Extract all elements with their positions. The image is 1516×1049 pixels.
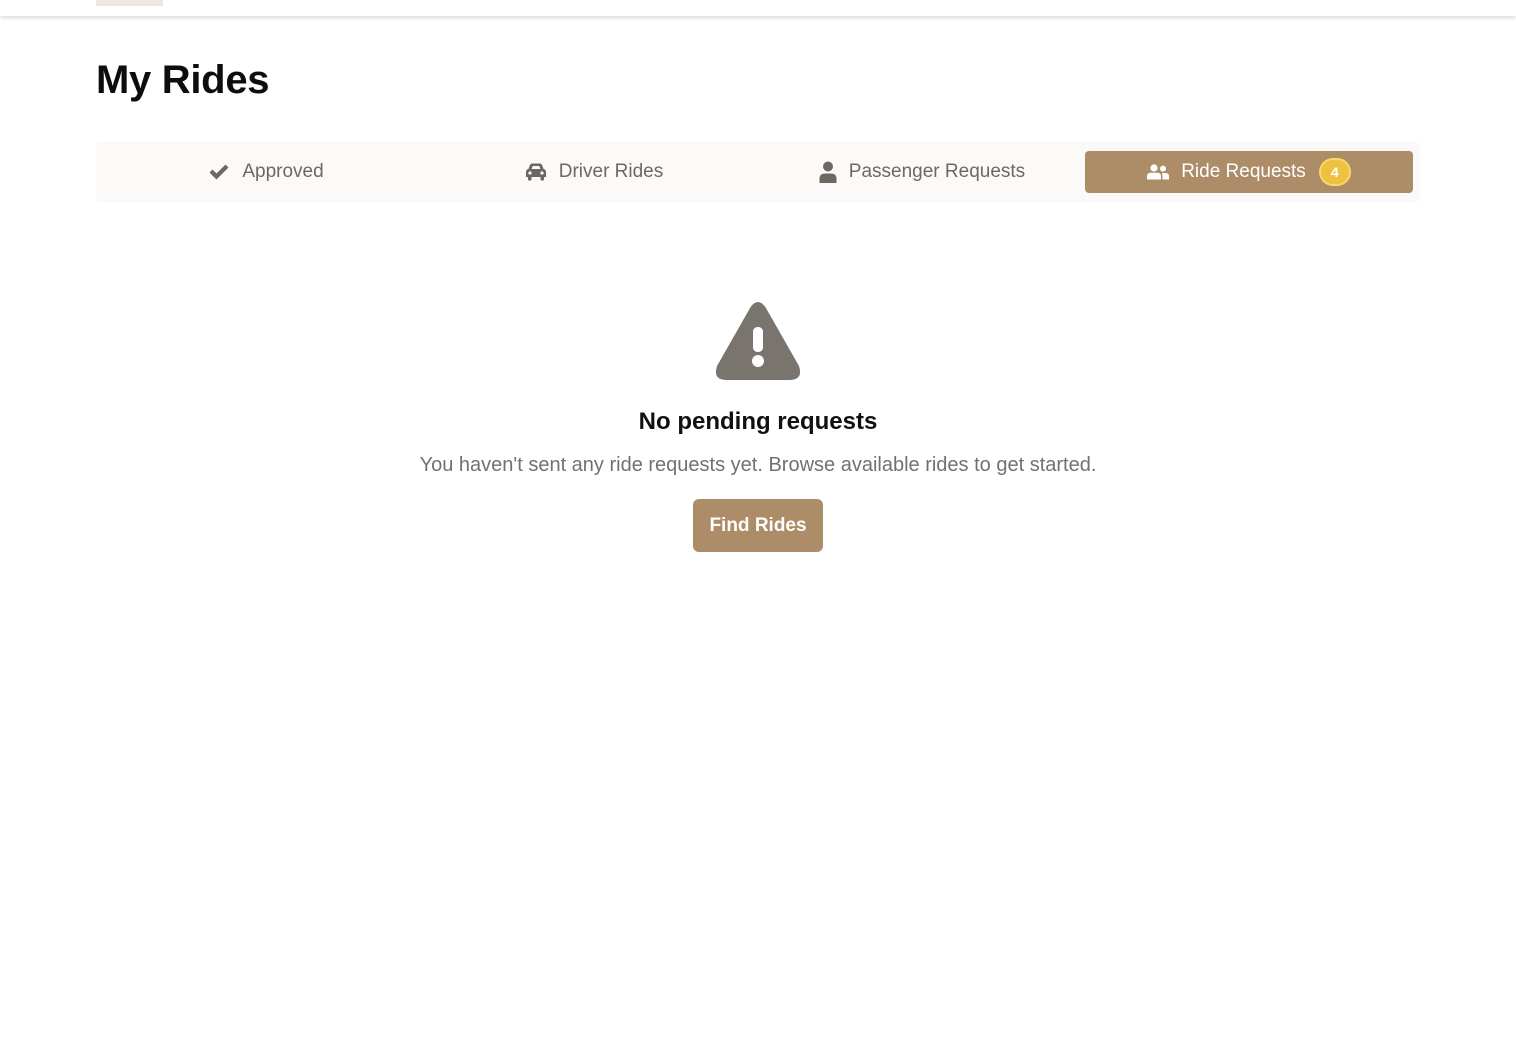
tab-driver-rides[interactable]: Driver Rides bbox=[430, 151, 758, 193]
warning-icon bbox=[715, 302, 801, 380]
ride-tabs: Approved Driver Rides Passenger Requests bbox=[96, 141, 1420, 203]
tab-label: Approved bbox=[242, 161, 324, 182]
check-icon bbox=[208, 163, 230, 181]
tab-ride-requests[interactable]: Ride Requests 4 bbox=[1085, 151, 1413, 193]
find-rides-button[interactable]: Find Rides bbox=[693, 499, 823, 552]
top-navbar bbox=[0, 0, 1516, 16]
tab-label: Driver Rides bbox=[558, 161, 664, 182]
user-icon bbox=[819, 161, 837, 183]
car-icon bbox=[525, 163, 547, 181]
request-count-badge: 4 bbox=[1318, 158, 1351, 186]
page-title: My Rides bbox=[96, 58, 270, 102]
empty-state-message: You haven't sent any ride requests yet. … bbox=[419, 454, 1097, 476]
empty-state-title: No pending requests bbox=[638, 408, 878, 435]
users-icon bbox=[1147, 164, 1170, 180]
tab-label: Passenger Requests bbox=[848, 161, 1026, 182]
empty-state: No pending requests You haven't sent any… bbox=[0, 300, 1516, 552]
tab-passenger-requests[interactable]: Passenger Requests bbox=[758, 151, 1086, 193]
tab-label: Ride Requests bbox=[1181, 161, 1306, 182]
logo-icon[interactable] bbox=[96, 0, 163, 6]
tab-approved[interactable]: Approved bbox=[102, 151, 430, 193]
